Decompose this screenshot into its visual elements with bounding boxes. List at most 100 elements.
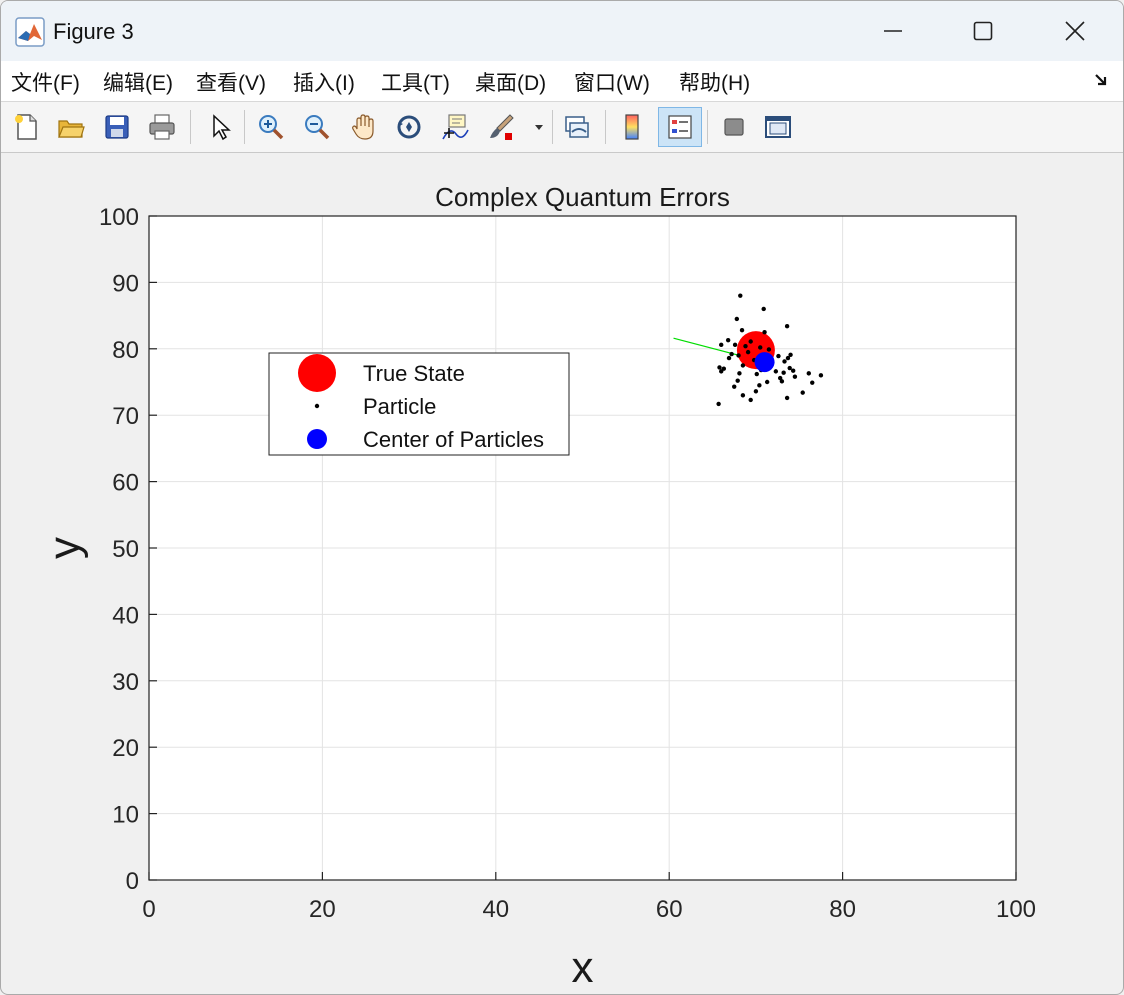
particle-point	[753, 389, 759, 394]
particle-point	[717, 365, 722, 370]
toolbar-separator	[190, 110, 191, 144]
particle-point	[761, 306, 766, 312]
particle-point	[739, 328, 745, 333]
x-tick-label: 40	[482, 896, 509, 923]
zoom-out-icon	[305, 115, 330, 140]
particle-point	[745, 349, 751, 355]
toolbar-separator	[605, 110, 606, 144]
x-axis-label: x	[572, 943, 594, 992]
menu-desktop[interactable]: 桌面(D)	[475, 67, 546, 97]
menu-view[interactable]: 查看(V)	[196, 67, 266, 97]
particle-point	[725, 337, 731, 343]
hand-pan-icon	[352, 114, 374, 140]
pan-button[interactable]	[345, 109, 381, 145]
menu-file[interactable]: 文件(F)	[11, 67, 80, 97]
insert-legend-button[interactable]	[658, 107, 702, 147]
x-tick-label: 0	[142, 896, 155, 923]
particle-point	[784, 324, 790, 329]
particle-point	[776, 353, 781, 359]
menu-insert[interactable]: 插入(I)	[293, 67, 355, 97]
particle-point	[790, 368, 796, 373]
particle-point	[732, 342, 738, 348]
print-figure-button[interactable]	[144, 109, 180, 145]
figure-canvas[interactable]: 0 20 40 60 80 100 0 10 20 30 40 50 60 70 80 90 100 Compl…	[1, 153, 1123, 994]
toolbar-separator	[244, 110, 245, 144]
particle-point	[719, 342, 724, 348]
dock-arrow-icon[interactable]	[1093, 71, 1111, 89]
x-tick-label: 100	[996, 896, 1036, 923]
brush-button[interactable]	[483, 109, 519, 145]
zoom-in-icon	[259, 115, 284, 140]
particle-point	[748, 397, 753, 403]
link-plot-icon	[565, 116, 589, 138]
show-tools-icon	[765, 116, 791, 138]
particle-point	[737, 371, 742, 376]
particle-point	[748, 339, 753, 344]
particle-point	[785, 355, 791, 361]
particle-point	[762, 330, 767, 335]
close-button[interactable]	[1031, 5, 1119, 57]
legend-swatch	[307, 429, 327, 449]
particle-point	[810, 380, 815, 385]
link-plot-button[interactable]	[559, 109, 595, 145]
edit-plot-button[interactable]	[202, 109, 238, 145]
minimize-icon	[884, 30, 902, 32]
particle-center-marker	[754, 352, 775, 373]
legend-entry-label: Particle	[363, 394, 436, 419]
particle-point	[758, 345, 763, 350]
hide-tools-icon	[724, 118, 744, 136]
matlab-logo-icon	[15, 17, 45, 47]
x-tick-label: 60	[656, 896, 683, 923]
particle-point	[766, 347, 772, 352]
y-tick-label: 60	[112, 470, 139, 497]
data-cursor-button[interactable]	[437, 109, 473, 145]
particle-point	[782, 359, 787, 364]
window-title: Figure 3	[53, 19, 134, 44]
minimize-button[interactable]	[849, 5, 937, 57]
save-figure-button[interactable]	[99, 109, 135, 145]
particle-point	[773, 369, 779, 374]
particle-point	[800, 390, 805, 395]
particle-point	[806, 371, 811, 376]
y-tick-label: 0	[126, 868, 139, 895]
insert-colorbar-button[interactable]	[614, 109, 650, 145]
particle-point	[729, 351, 734, 357]
menu-bar: 文件(F) 编辑(E) 查看(V) 插入(I) 工具(T) 桌面(D) 窗口(W…	[1, 61, 1123, 102]
new-figure-button[interactable]	[8, 109, 44, 145]
zoom-in-button[interactable]	[253, 109, 289, 145]
show-plot-tools-button[interactable]	[760, 109, 796, 145]
new-file-icon	[15, 114, 37, 140]
particle-point	[754, 371, 759, 377]
menu-tools[interactable]: 工具(T)	[381, 67, 450, 97]
y-tick-label: 40	[112, 602, 139, 629]
legend-icon	[668, 115, 692, 139]
y-tick-label: 90	[112, 270, 139, 297]
maximize-icon	[973, 21, 993, 41]
toolbar-separator	[707, 110, 708, 144]
particle-point	[740, 363, 746, 368]
zoom-out-button[interactable]	[299, 109, 335, 145]
hide-plot-tools-button[interactable]	[716, 109, 752, 145]
menu-window[interactable]: 窗口(W)	[574, 67, 650, 97]
brush-dropdown-button[interactable]	[529, 109, 549, 145]
toolbar-separator	[552, 110, 553, 144]
legend-entry-label: Center of Particles	[363, 427, 544, 452]
maximize-button[interactable]	[939, 5, 1027, 57]
open-file-button[interactable]	[53, 109, 89, 145]
legend-entry-label: True State	[363, 361, 465, 386]
particle-point	[743, 343, 748, 349]
title-bar[interactable]: Figure 3	[1, 1, 1123, 61]
data-cursor-icon	[442, 114, 469, 140]
y-tick-label: 100	[99, 204, 139, 231]
y-tick-label: 10	[112, 802, 139, 829]
legend[interactable]: True State Particle Center of Particles	[268, 352, 570, 456]
menu-help[interactable]: 帮助(H)	[679, 67, 750, 97]
y-tick-label: 70	[112, 403, 139, 430]
particle-point	[740, 393, 746, 398]
save-disk-icon	[105, 115, 129, 139]
particle-point	[719, 369, 724, 374]
figure-toolbar	[1, 102, 1123, 153]
menu-edit[interactable]: 编辑(E)	[103, 67, 173, 97]
rotate-3d-button[interactable]	[391, 109, 427, 145]
x-tick-label: 20	[309, 896, 336, 923]
